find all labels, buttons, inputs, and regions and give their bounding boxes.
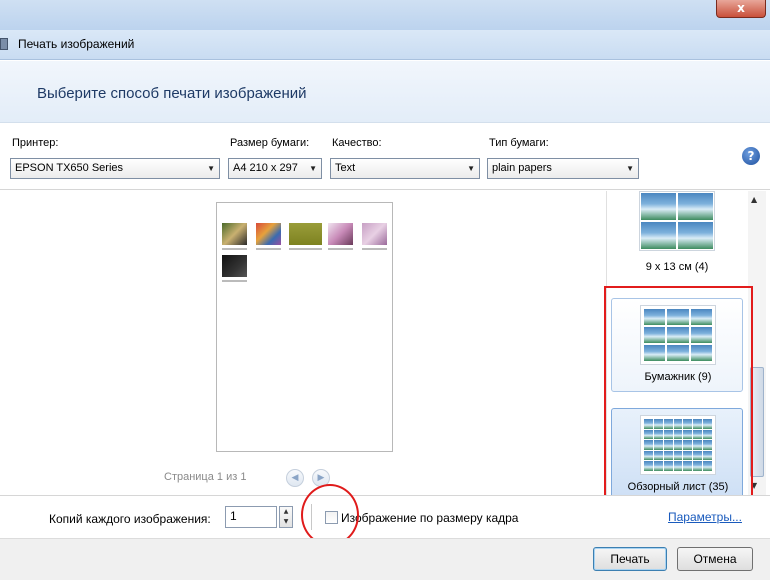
thumbnail-caption [362, 248, 387, 250]
layout-label: 9 x 13 см (4) [645, 261, 709, 273]
copies-input[interactable]: 1 [225, 506, 277, 528]
paper-type-value: plain papers [492, 162, 552, 174]
layout-thumbnail [639, 191, 715, 251]
chevron-down-icon: ▼ [467, 164, 475, 173]
preview-thumbnail [222, 223, 247, 245]
layout-item-9x13[interactable]: 9 x 13 см (4) [611, 191, 743, 281]
quality-label: Качество: [332, 137, 382, 149]
arrow-left-icon: ◀ [291, 473, 299, 483]
print-preview: Страница 1 из 1 ◀ ▶ [0, 191, 606, 495]
bottom-options: Копий каждого изображения: 1 ▲ ▼ Изображ… [0, 495, 770, 537]
close-button[interactable]: x [716, 0, 766, 18]
page-indicator: Страница 1 из 1 [164, 471, 247, 483]
preview-thumbnail [328, 223, 353, 245]
thumbnail-caption [289, 248, 322, 250]
thumbnail-caption [328, 248, 353, 250]
prev-page-button[interactable]: ◀ [286, 469, 304, 487]
preview-thumbnail [222, 255, 247, 277]
cancel-button[interactable]: Отмена [677, 547, 753, 571]
print-options: Принтер: EPSON TX650 Series ▼ Размер бум… [0, 124, 770, 190]
highlight-box [604, 286, 753, 503]
preview-thumbnail [289, 223, 322, 245]
thumbnail-caption [256, 248, 281, 250]
thumbnail-caption [222, 248, 247, 250]
close-icon: x [737, 1, 745, 15]
arrow-right-icon: ▶ [317, 473, 325, 483]
help-icon[interactable]: ? [742, 147, 760, 165]
dialog-footer: Печать Отмена [0, 538, 770, 580]
window-title: Печать изображений [18, 37, 135, 51]
titlebar: Печать изображений [0, 30, 770, 60]
quality-select[interactable]: Text ▼ [330, 158, 480, 179]
paper-size-value: A4 210 x 297 [233, 162, 298, 174]
fit-to-frame-label[interactable]: Изображение по размеру кадра [341, 511, 518, 525]
print-button[interactable]: Печать [593, 547, 667, 571]
printer-select[interactable]: EPSON TX650 Series ▼ [10, 158, 220, 179]
preview-thumbnail [256, 223, 281, 245]
instruction-text: Выберите способ печати изображений [37, 85, 307, 102]
quality-value: Text [335, 162, 356, 174]
copies-stepper[interactable]: ▲ ▼ [279, 506, 293, 528]
instruction-header: Выберите способ печати изображений [0, 61, 770, 123]
highlight-circle [301, 484, 359, 546]
paper-size-label: Размер бумаги: [230, 137, 310, 149]
chevron-down-icon: ▼ [626, 164, 634, 173]
print-icon [0, 38, 8, 50]
chevron-down-icon: ▼ [207, 164, 215, 173]
preview-page [216, 202, 393, 452]
thumbnail-caption [222, 280, 247, 282]
paper-type-select[interactable]: plain papers ▼ [487, 158, 639, 179]
copies-label: Копий каждого изображения: [49, 512, 211, 526]
printer-label: Принтер: [12, 137, 59, 149]
options-link[interactable]: Параметры... [668, 510, 742, 524]
paper-size-select[interactable]: A4 210 x 297 ▼ [228, 158, 322, 179]
paper-type-label: Тип бумаги: [489, 137, 549, 149]
scroll-up-icon[interactable]: ▲ [751, 195, 757, 204]
window-top-edge: x [0, 0, 770, 30]
preview-thumbnail [362, 223, 387, 245]
spin-down-icon[interactable]: ▼ [280, 517, 292, 527]
printer-value: EPSON TX650 Series [15, 162, 124, 174]
chevron-down-icon: ▼ [309, 164, 317, 173]
spin-up-icon[interactable]: ▲ [280, 507, 292, 517]
